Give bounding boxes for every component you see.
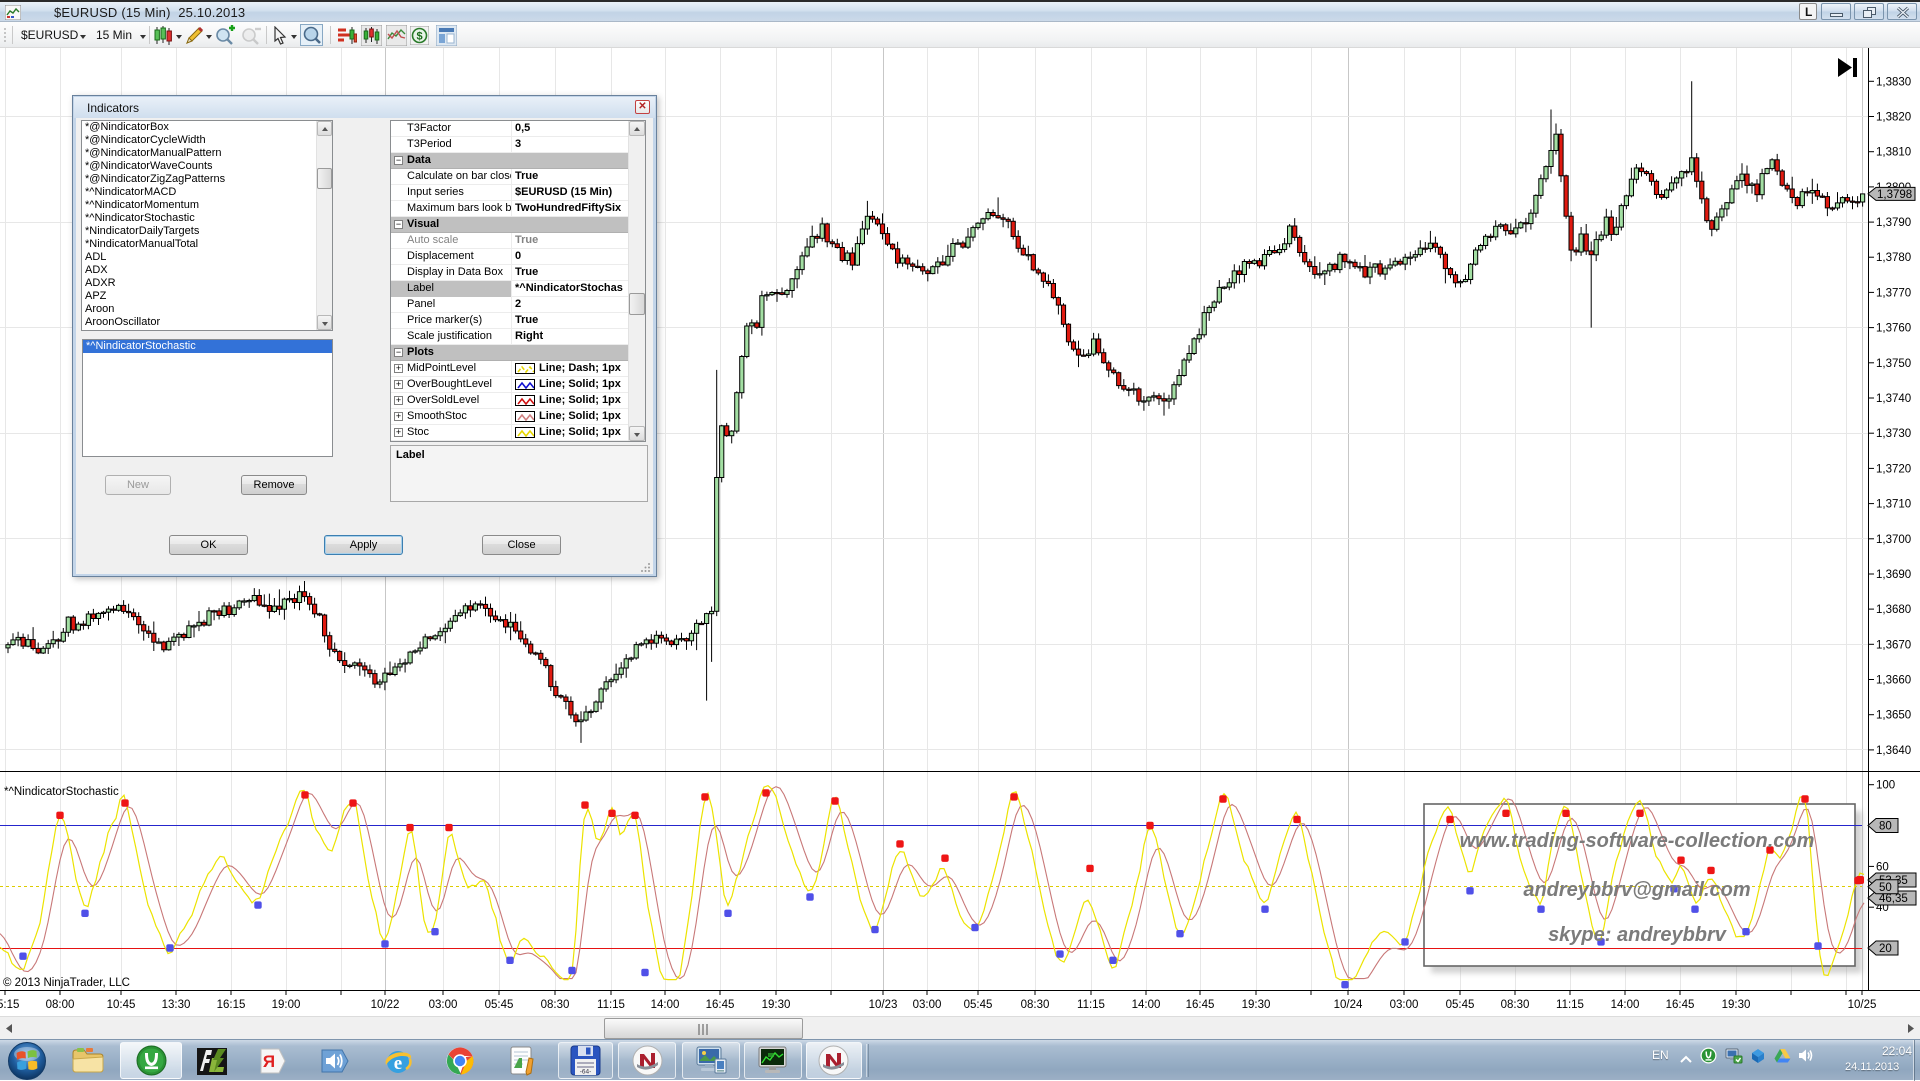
svg-text:10/22: 10/22 bbox=[371, 999, 400, 1011]
svg-text:1,3820: 1,3820 bbox=[1876, 112, 1911, 124]
svg-text:1,3730: 1,3730 bbox=[1876, 428, 1911, 440]
svg-text:50: 50 bbox=[1879, 882, 1892, 894]
svg-text:11:15: 11:15 bbox=[1077, 999, 1105, 1011]
svg-text:03:00: 03:00 bbox=[429, 999, 458, 1011]
svg-text:05:45: 05:45 bbox=[1446, 999, 1475, 1011]
svg-text:08:30: 08:30 bbox=[1501, 999, 1530, 1011]
svg-text:08:30: 08:30 bbox=[1021, 999, 1050, 1011]
svg-text:© 2013 NinjaTrader, LLC: © 2013 NinjaTrader, LLC bbox=[3, 977, 130, 989]
svg-text:14:00: 14:00 bbox=[1132, 999, 1161, 1011]
svg-text:1,3670: 1,3670 bbox=[1876, 639, 1911, 651]
svg-text:19:30: 19:30 bbox=[762, 999, 791, 1011]
svg-text:1,3690: 1,3690 bbox=[1876, 569, 1911, 581]
svg-text:1,3770: 1,3770 bbox=[1876, 287, 1911, 299]
svg-text:16:45: 16:45 bbox=[1666, 999, 1695, 1011]
svg-text:19:00: 19:00 bbox=[272, 999, 301, 1011]
svg-text:1,3810: 1,3810 bbox=[1876, 147, 1911, 159]
svg-text:05:45: 05:45 bbox=[964, 999, 993, 1011]
svg-text:19:30: 19:30 bbox=[1722, 999, 1751, 1011]
svg-text:skype: andreybbrv: skype: andreybbrv bbox=[1548, 924, 1728, 946]
svg-text:03:00: 03:00 bbox=[1390, 999, 1419, 1011]
svg-text:05:15: 05:15 bbox=[0, 999, 19, 1011]
svg-text:19:30: 19:30 bbox=[1242, 999, 1271, 1011]
svg-text:10:45: 10:45 bbox=[107, 999, 136, 1011]
svg-text:-64-: -64- bbox=[580, 1069, 592, 1076]
svg-text:1,3660: 1,3660 bbox=[1876, 675, 1911, 687]
svg-text:1,3650: 1,3650 bbox=[1876, 710, 1911, 722]
svg-text:03:00: 03:00 bbox=[913, 999, 942, 1011]
svg-text:20: 20 bbox=[1879, 943, 1892, 955]
svg-text:1,3830: 1,3830 bbox=[1876, 76, 1911, 88]
svg-text:1,3780: 1,3780 bbox=[1876, 252, 1911, 264]
svg-text:1,3700: 1,3700 bbox=[1876, 534, 1911, 546]
svg-text:1,3760: 1,3760 bbox=[1876, 323, 1911, 335]
svg-text:13:30: 13:30 bbox=[162, 999, 191, 1011]
svg-text:1,3710: 1,3710 bbox=[1876, 499, 1911, 511]
svg-text:08:00: 08:00 bbox=[46, 999, 75, 1011]
svg-text:16:45: 16:45 bbox=[706, 999, 735, 1011]
svg-text:10/25: 10/25 bbox=[1848, 999, 1877, 1011]
svg-text:10/23: 10/23 bbox=[869, 999, 898, 1011]
svg-text:60: 60 bbox=[1876, 861, 1889, 873]
svg-text:*^NindicatorStochastic: *^NindicatorStochastic bbox=[4, 786, 119, 798]
svg-text:1,3798: 1,3798 bbox=[1877, 189, 1912, 201]
svg-text:Я: Я bbox=[263, 1052, 275, 1071]
svg-text:andreybbrv@gmail.com: andreybbrv@gmail.com bbox=[1523, 879, 1750, 901]
svg-text:1,3790: 1,3790 bbox=[1876, 217, 1911, 229]
svg-text:www.trading-software-collectio: www.trading-software-collection.com bbox=[1460, 830, 1815, 852]
svg-text:10/24: 10/24 bbox=[1334, 999, 1363, 1011]
svg-text:11:15: 11:15 bbox=[1556, 999, 1584, 1011]
svg-text:100: 100 bbox=[1876, 780, 1895, 792]
svg-text:46,35: 46,35 bbox=[1879, 893, 1908, 905]
svg-text:1,3680: 1,3680 bbox=[1876, 604, 1911, 616]
svg-text:14:00: 14:00 bbox=[1611, 999, 1640, 1011]
svg-text:16:45: 16:45 bbox=[1186, 999, 1215, 1011]
svg-text:16:15: 16:15 bbox=[217, 999, 246, 1011]
svg-text:08:30: 08:30 bbox=[541, 999, 570, 1011]
svg-text:1,3640: 1,3640 bbox=[1876, 745, 1911, 757]
svg-text:14:00: 14:00 bbox=[651, 999, 680, 1011]
svg-text:1,3720: 1,3720 bbox=[1876, 463, 1911, 475]
svg-text:1,3750: 1,3750 bbox=[1876, 358, 1911, 370]
svg-text:$: $ bbox=[416, 31, 422, 43]
svg-text:11:15: 11:15 bbox=[597, 999, 625, 1011]
svg-text:05:45: 05:45 bbox=[485, 999, 514, 1011]
svg-text:1,3740: 1,3740 bbox=[1876, 393, 1911, 405]
svg-text:80: 80 bbox=[1879, 821, 1892, 833]
